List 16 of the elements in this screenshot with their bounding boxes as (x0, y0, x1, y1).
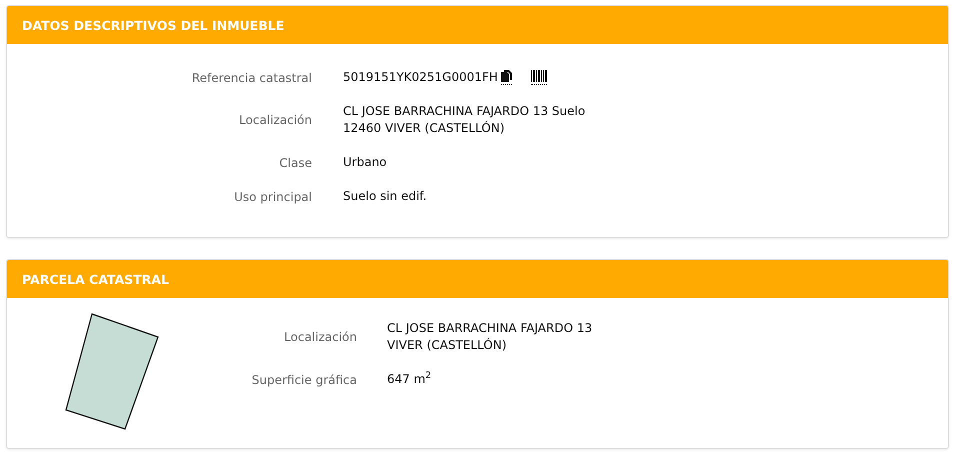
barcode-icon[interactable] (530, 70, 547, 85)
field-label: Superficie gráfica (252, 372, 357, 386)
panel-title: DATOS DESCRIPTIVOS DEL INMUEBLE (22, 18, 284, 32)
field-label: Localización (239, 113, 312, 127)
field-label: Localización (284, 330, 357, 344)
field-value: Suelo sin edif. (343, 188, 427, 205)
field-label: Referencia catastral (192, 70, 312, 84)
field-value: Urbano (343, 154, 387, 171)
field-value: CL JOSE BARRACHINA FAJARDO 13 Suelo 12460 VIVER (CASTELLÓN) (343, 103, 586, 137)
field-value: CL JOSE BARRACHINA FAJARDO 13 VIVER (CASTELLÓN) (387, 320, 592, 354)
field-value: 647 m$^{2}$ (387, 371, 432, 388)
field-value: 5019151YK0251G0001FH (343, 69, 498, 86)
copy-icon[interactable] (500, 70, 512, 85)
field-label: Uso principal (234, 190, 312, 204)
panel-title: PARCELA CATASTRAL (22, 272, 169, 286)
field-label: Clase (279, 156, 312, 170)
